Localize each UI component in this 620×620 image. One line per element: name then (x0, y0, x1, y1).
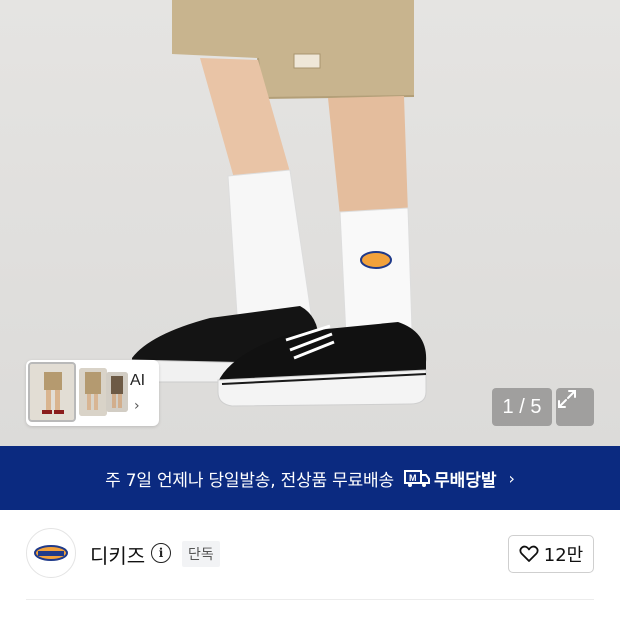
expand-button[interactable] (556, 388, 594, 426)
ai-label[interactable]: AI (130, 372, 145, 390)
info-icon[interactable]: i (151, 543, 171, 563)
badge-label: 무배당발 (433, 470, 497, 491)
svg-text:M: M (409, 473, 417, 483)
like-button[interactable]: 12만 (508, 535, 594, 573)
heart-icon (519, 545, 539, 562)
brand-logo-image (34, 545, 68, 561)
brand-name[interactable]: 디키즈 (90, 540, 145, 569)
exclusive-badge: 단독 (182, 541, 220, 567)
divider (26, 599, 594, 600)
brand-logo[interactable] (26, 528, 76, 578)
delivery-badge: M 무배당발 (403, 466, 497, 491)
page-counter: 1 / 5 (492, 388, 552, 426)
thumbnail-1[interactable] (28, 362, 76, 422)
like-count: 12만 (543, 545, 584, 566)
brand-row: 디키즈 i 단독 12만 (0, 510, 620, 600)
product-image[interactable]: AI › 1 / 5 (0, 0, 620, 446)
chevron-right-icon[interactable]: › (134, 398, 140, 414)
chevron-right-icon: › (508, 468, 515, 488)
banner-text: 주 7일 언제나 당일발송, 전상품 무료배송 (105, 470, 394, 491)
thumbnail-3[interactable] (106, 372, 128, 412)
thumbnail-2[interactable] (79, 368, 107, 416)
expand-icon (558, 390, 576, 408)
delivery-truck-icon: M (403, 470, 430, 487)
delivery-banner[interactable]: 주 7일 언제나 당일발송, 전상품 무료배송 M 무배당발 › (0, 446, 620, 510)
thumbnail-strip[interactable]: AI › (26, 360, 159, 426)
